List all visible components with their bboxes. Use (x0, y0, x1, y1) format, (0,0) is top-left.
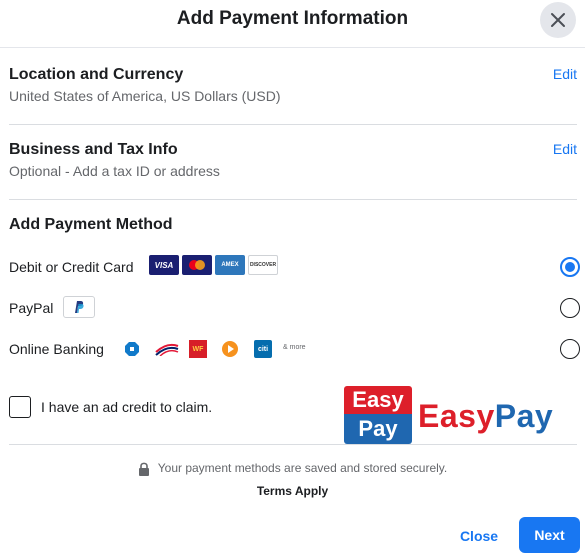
divider (9, 124, 577, 125)
next-button[interactable]: Next (519, 517, 580, 553)
close-icon (551, 13, 565, 27)
secure-notice: Your payment methods are saved and store… (0, 461, 585, 476)
easypay-badge-bottom: Pay (344, 414, 412, 444)
easypay-logo: Easy Pay EasyPay (344, 386, 574, 444)
wells-fargo-logo-icon: WF (189, 340, 207, 358)
easypay-word-pay: Pay (494, 398, 554, 434)
usaa-logo-icon (221, 340, 239, 358)
payment-method-title: Add Payment Method (9, 216, 173, 233)
easypay-word-easy: Easy (418, 398, 495, 434)
banking-option-label: Online Banking (9, 341, 104, 357)
dialog-header: Add Payment Information (0, 0, 585, 48)
ad-credit-checkbox[interactable] (9, 396, 31, 418)
discover-logo-icon: DISCOVER (248, 255, 278, 275)
amex-logo-icon: AMEX (215, 255, 245, 275)
bank-of-america-logo-icon (155, 340, 179, 358)
location-edit-link[interactable]: Edit (553, 66, 577, 82)
payment-option-card[interactable]: Debit or Credit Card VISA AMEX DISCOVER (9, 255, 584, 281)
lock-icon (138, 462, 149, 476)
terms-link[interactable]: Terms Apply (0, 484, 585, 498)
close-button[interactable]: Close (449, 519, 509, 553)
location-title: Location and Currency (9, 66, 184, 83)
location-subtitle: United States of America, US Dollars (US… (9, 88, 281, 104)
business-title: Business and Tax Info (9, 141, 178, 158)
business-subtitle: Optional - Add a tax ID or address (9, 163, 220, 179)
more-banks-label: & more (283, 344, 306, 351)
paypal-logo-icon (63, 296, 95, 318)
mastercard-logo-icon (182, 255, 212, 275)
paypal-option-radio[interactable] (560, 298, 580, 318)
card-option-label: Debit or Credit Card (9, 259, 134, 275)
dialog-title: Add Payment Information (176, 8, 409, 29)
close-dialog-button[interactable] (540, 2, 576, 38)
payment-option-banking[interactable]: Online Banking WF citi & more (9, 337, 584, 363)
citi-logo-icon: citi (254, 340, 272, 358)
easypay-badge: Easy Pay (344, 386, 412, 444)
location-currency-section: Location and Currency United States of A… (9, 66, 577, 104)
secure-text: Your payment methods are saved and store… (157, 461, 448, 475)
chase-logo-icon (123, 340, 141, 358)
business-edit-link[interactable]: Edit (553, 141, 577, 157)
payment-method-section: Add Payment Method (9, 216, 577, 234)
ad-credit-row[interactable]: I have an ad credit to claim. (9, 396, 309, 420)
paypal-option-label: PayPal (9, 300, 54, 316)
ad-credit-label: I have an ad credit to claim. (41, 399, 213, 415)
card-option-radio[interactable] (560, 257, 580, 277)
visa-logo-icon: VISA (149, 255, 179, 275)
easypay-wordmark: EasyPay (418, 398, 553, 435)
divider (9, 199, 577, 200)
banking-option-radio[interactable] (560, 339, 580, 359)
easypay-badge-top: Easy (344, 386, 412, 414)
divider (9, 444, 577, 445)
business-tax-section: Business and Tax Info Optional - Add a t… (9, 141, 577, 179)
payment-option-paypal[interactable]: PayPal (9, 296, 584, 322)
